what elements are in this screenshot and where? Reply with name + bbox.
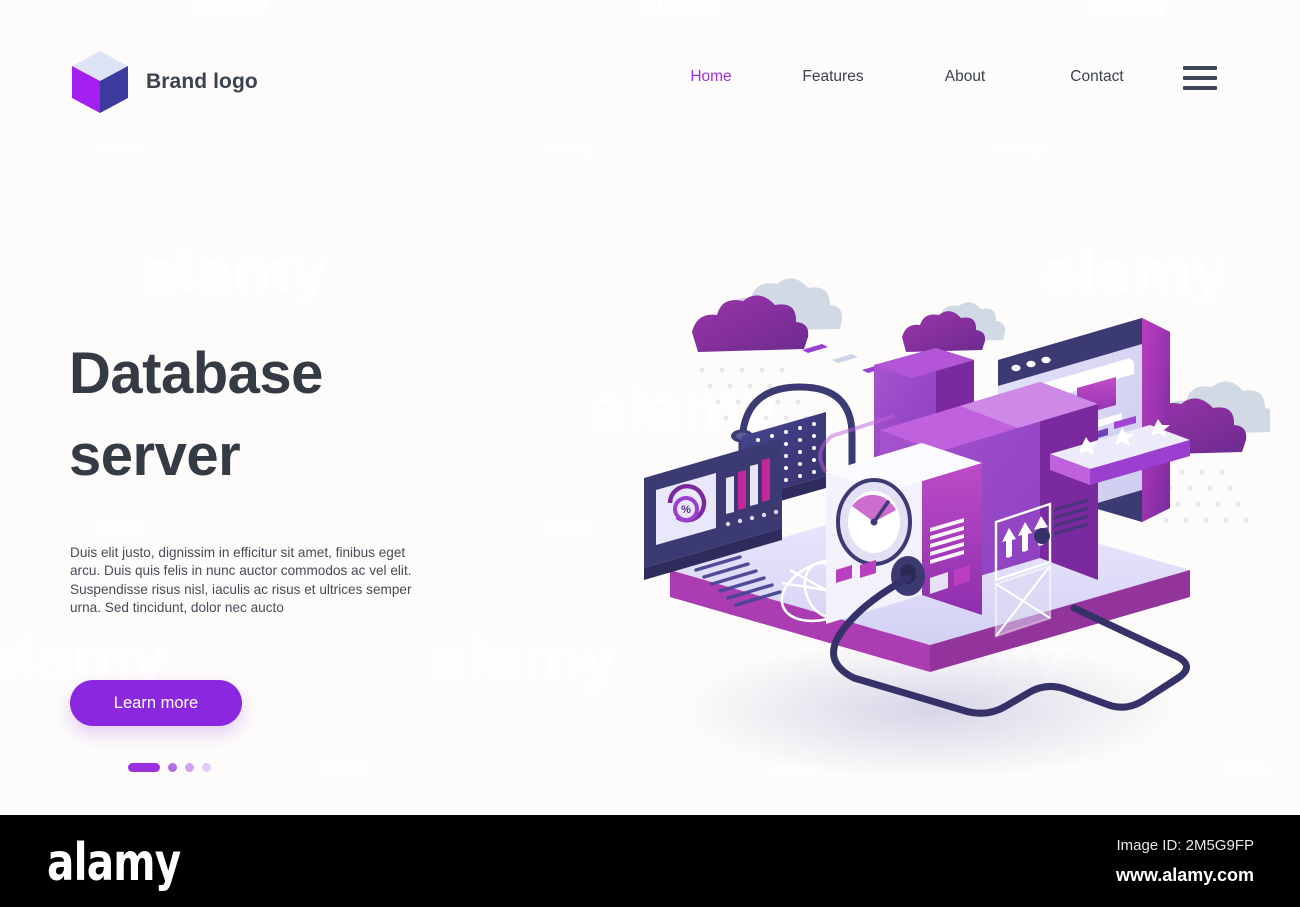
carousel-dot-4[interactable]	[202, 763, 211, 772]
carousel-dot-1[interactable]	[128, 763, 160, 772]
image-id-label: Image ID: 2M5G9FP	[1116, 837, 1254, 854]
nav-item-features[interactable]: Features	[767, 68, 899, 86]
rain-cloud-mid	[902, 302, 1006, 352]
site-header: Brand logo Home Features About Contact	[0, 46, 1300, 118]
server-unit-front	[826, 443, 982, 624]
isometric-cube-icon	[70, 49, 130, 115]
page-title: Database server	[69, 333, 499, 498]
page-title-line-2: server	[69, 423, 241, 489]
alamy-url-label: www.alamy.com	[1115, 865, 1254, 885]
nav-item-home[interactable]: Home	[655, 68, 767, 86]
hamburger-bar	[1183, 76, 1217, 80]
svg-text:%: %	[681, 504, 691, 516]
nav-item-about[interactable]: About	[899, 68, 1031, 86]
carousel-dots	[128, 763, 211, 772]
page-title-line-1: Database	[69, 341, 323, 406]
landing-page: Brand logo Home Features About Contact D…	[0, 0, 1300, 815]
hamburger-menu-icon[interactable]	[1183, 66, 1217, 90]
hamburger-bar	[1183, 66, 1217, 70]
isometric-database-server-illustration: %	[630, 240, 1270, 800]
nav-item-contact[interactable]: Contact	[1031, 68, 1163, 86]
alamy-footer-bar: alamy Image ID: 2M5G9FP www.alamy.com	[0, 815, 1300, 907]
carousel-dot-3[interactable]	[185, 763, 194, 772]
brand[interactable]: Brand logo	[70, 49, 258, 115]
cable-connector	[1034, 528, 1050, 544]
learn-more-button[interactable]: Learn more	[70, 680, 242, 726]
hamburger-bar	[1183, 86, 1217, 90]
brand-name: Brand logo	[146, 70, 258, 93]
carousel-dot-2[interactable]	[168, 763, 177, 772]
hero-description: Duis elit justo, dignissim in efficitur …	[70, 545, 412, 615]
main-nav: Home Features About Contact	[655, 68, 1163, 86]
alamy-footer-logo: alamy	[47, 833, 181, 893]
gauge-dial	[836, 478, 912, 566]
